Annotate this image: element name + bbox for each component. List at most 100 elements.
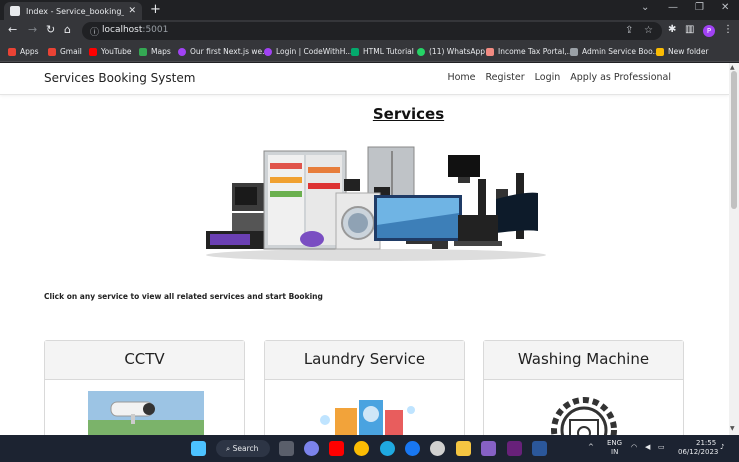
nav-home[interactable]: Home xyxy=(447,72,475,83)
bookmark-income-tax[interactable]: Income Tax Portal,... xyxy=(486,47,574,56)
bookmark-label: Our first Next.js we... xyxy=(190,47,270,56)
service-card-laundry[interactable]: Laundry Service xyxy=(264,340,465,435)
notification-bell-icon[interactable]: ♪ xyxy=(720,443,724,451)
browser-toolbar: ← → ↻ ⌂ ⓘ localhost:5001 ⇪ ☆ ✱ ▥ P ⋮ xyxy=(0,20,739,42)
browser-tab[interactable]: Index - Service_booking_system ✕ xyxy=(4,2,142,20)
youtube-icon xyxy=(89,47,97,56)
new-tab-icon[interactable]: + xyxy=(150,2,161,17)
scrollbar-thumb[interactable] xyxy=(731,71,737,209)
reload-icon[interactable]: ↻ xyxy=(46,23,55,36)
nav-apply-professional[interactable]: Apply as Professional xyxy=(570,72,671,83)
w3schools-icon xyxy=(351,47,359,56)
bookmark-youtube[interactable]: YouTube xyxy=(89,47,132,56)
bookmark-maps[interactable]: Maps xyxy=(139,47,171,56)
clock-time[interactable]: 21:55 xyxy=(696,439,716,447)
bookmark-admin-service[interactable]: Admin Service Boo... xyxy=(570,47,660,56)
site-icon xyxy=(570,47,578,56)
share-icon[interactable]: ⇪ xyxy=(625,25,633,36)
vs-app-icon[interactable] xyxy=(507,441,522,456)
page-viewport: Services Booking System Home Register Lo… xyxy=(0,63,739,435)
taskbar-search[interactable]: ⌕ Search xyxy=(216,440,270,457)
service-card-washing-machine[interactable]: Washing Machine xyxy=(483,340,684,435)
bookmark-gmail[interactable]: Gmail xyxy=(48,47,82,56)
site-icon xyxy=(178,47,186,56)
facebook-icon[interactable] xyxy=(405,441,420,456)
site-navbar: Services Booking System Home Register Lo… xyxy=(0,63,729,95)
youtube-app-icon[interactable] xyxy=(329,441,344,456)
page-scrollbar[interactable]: ▲ ▼ xyxy=(729,63,739,435)
service-card-cctv[interactable]: CCTV xyxy=(44,340,245,435)
battery-icon[interactable]: ▭ xyxy=(658,443,665,451)
volume-icon[interactable]: ◀ xyxy=(645,443,650,451)
card-title: CCTV xyxy=(45,341,244,380)
restore-icon[interactable]: ❐ xyxy=(695,2,704,13)
windows-taskbar: ⌕ Search ^ ENG IN ◠ ◀ ▭ 21:55 06/12/2023… xyxy=(0,435,739,462)
laundry-image xyxy=(320,400,415,435)
card-title: Washing Machine xyxy=(484,341,683,380)
nav-links: Home Register Login Apply as Professiona… xyxy=(447,72,671,83)
booking-hint-text: Click on any service to view all related… xyxy=(44,292,323,301)
washing-machine-gear-image xyxy=(551,397,617,435)
maps-icon xyxy=(139,47,147,56)
back-icon[interactable]: ← xyxy=(8,23,17,36)
info-icon[interactable]: ⓘ xyxy=(90,25,99,38)
bookmark-label: Maps xyxy=(151,47,171,56)
bookmark-whatsapp[interactable]: (11) WhatsApp xyxy=(417,47,485,56)
bookmark-label: Apps xyxy=(20,47,39,56)
language-code[interactable]: ENG xyxy=(607,439,622,447)
bookmark-label: Login | CodeWithH... xyxy=(276,47,353,56)
bookmarks-bar: Apps Gmail YouTube Maps Our first Next.j… xyxy=(0,42,739,62)
edge-icon[interactable] xyxy=(380,441,395,456)
nav-login[interactable]: Login xyxy=(535,72,561,83)
bookmark-codewithharry[interactable]: Login | CodeWithH... xyxy=(264,47,352,56)
site-icon xyxy=(264,47,272,56)
bookmark-label: Admin Service Boo... xyxy=(582,47,660,56)
wifi-icon[interactable]: ◠ xyxy=(631,443,637,451)
bookmark-html-tutorial[interactable]: HTML Tutorial xyxy=(351,47,414,56)
page-favicon-icon xyxy=(10,6,20,16)
bookmark-label: Gmail xyxy=(60,47,82,56)
task-view-icon[interactable] xyxy=(279,441,294,456)
bookmark-label: Income Tax Portal,... xyxy=(498,47,574,56)
close-window-icon[interactable]: ✕ xyxy=(721,2,729,13)
messenger-icon[interactable] xyxy=(430,441,445,456)
close-tab-icon[interactable]: ✕ xyxy=(128,6,136,16)
site-brand[interactable]: Services Booking System xyxy=(44,71,195,85)
bookmark-apps[interactable]: Apps xyxy=(8,47,39,56)
chrome-icon[interactable] xyxy=(354,441,369,456)
tab-title: Index - Service_booking_system xyxy=(26,6,125,16)
bookmark-star-icon[interactable]: ☆ xyxy=(644,25,653,36)
gmail-icon xyxy=(48,47,56,56)
bookmark-label: (11) WhatsApp xyxy=(429,47,486,56)
scroll-up-icon[interactable]: ▲ xyxy=(730,64,735,71)
clock-date: 06/12/2023 xyxy=(678,448,719,456)
profile-avatar[interactable]: P xyxy=(703,25,715,37)
nav-register[interactable]: Register xyxy=(486,72,525,83)
bookmark-label: HTML Tutorial xyxy=(363,47,414,56)
tray-chevron-icon[interactable]: ^ xyxy=(588,443,594,451)
side-panel-icon[interactable]: ▥ xyxy=(685,24,694,35)
card-title: Laundry Service xyxy=(265,341,464,380)
chevron-down-icon[interactable]: ⌄ xyxy=(641,2,649,13)
file-explorer-icon[interactable] xyxy=(456,441,471,456)
address-bar[interactable]: ⓘ localhost:5001 ⇪ ☆ xyxy=(82,22,662,40)
bookmark-label: YouTube xyxy=(101,47,132,56)
teams-chat-icon[interactable] xyxy=(304,441,319,456)
extensions-icon[interactable]: ✱ xyxy=(668,24,676,35)
menu-icon[interactable]: ⋮ xyxy=(723,24,733,35)
word-icon[interactable] xyxy=(532,441,547,456)
minimize-icon[interactable]: — xyxy=(668,2,678,13)
home-icon[interactable]: ⌂ xyxy=(64,23,71,36)
bookmark-new-folder[interactable]: New folder xyxy=(656,47,709,56)
search-label: Search xyxy=(232,444,259,453)
search-icon: ⌕ xyxy=(226,444,233,453)
forward-icon[interactable]: → xyxy=(28,23,37,36)
appliances-banner-image xyxy=(206,146,546,261)
visual-studio-icon[interactable] xyxy=(481,441,496,456)
scroll-down-icon[interactable]: ▼ xyxy=(730,425,735,432)
bookmark-nextjs[interactable]: Our first Next.js we... xyxy=(178,47,269,56)
url-text: localhost:5001 xyxy=(102,25,169,35)
apps-grid-icon xyxy=(8,47,16,56)
windows-start-icon[interactable] xyxy=(191,441,206,456)
browser-titlebar: Index - Service_booking_system ✕ + ⌄ — ❐… xyxy=(0,0,739,20)
